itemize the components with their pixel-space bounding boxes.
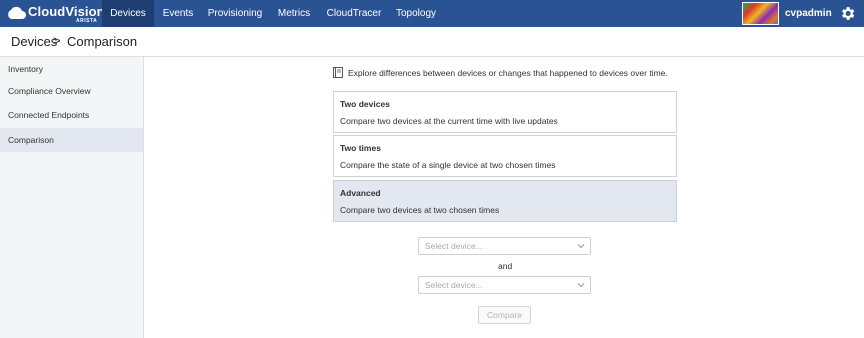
page-header: Devices > Comparison: [0, 27, 864, 57]
top-nav-bar: CloudVision ARISTA Devices Events Provis…: [0, 0, 864, 27]
option-advanced[interactable]: Advanced Compare two devices at two chos…: [333, 180, 677, 222]
nav-cloudtracer[interactable]: CloudTracer: [324, 0, 384, 27]
brand-sub: ARISTA: [76, 18, 98, 24]
option-title: Advanced: [340, 188, 381, 198]
breadcrumb-devices[interactable]: Devices: [11, 34, 57, 49]
sidebar-item-compliance-overview[interactable]: Compliance Overview: [0, 79, 143, 103]
nav-metrics[interactable]: Metrics: [274, 0, 314, 27]
and-label: and: [498, 261, 513, 271]
nav-events[interactable]: Events: [157, 0, 199, 27]
book-icon: [333, 67, 343, 78]
sidebar-item-comparison[interactable]: Comparison: [0, 128, 143, 152]
sidebar-item-connected-endpoints[interactable]: Connected Endpoints: [0, 103, 143, 127]
sidebar-item-inventory[interactable]: Inventory: [0, 57, 143, 81]
nav-topology[interactable]: Topology: [393, 0, 439, 27]
option-description: Compare two devices at the current time …: [340, 116, 558, 126]
cloudvision-logo-icon: [8, 6, 26, 19]
option-title: Two times: [340, 143, 381, 153]
compare-button[interactable]: Compare: [478, 306, 531, 324]
device-select-2[interactable]: Select device...: [418, 276, 591, 294]
brand-name: CloudVision: [28, 4, 105, 19]
device-select-1[interactable]: Select device...: [418, 237, 591, 255]
device-select-placeholder: Select device...: [425, 241, 483, 251]
option-two-times[interactable]: Two times Compare the state of a single …: [333, 135, 677, 177]
username[interactable]: cvpadmin: [785, 0, 832, 27]
breadcrumb-separator: >: [53, 33, 61, 48]
option-two-devices[interactable]: Two devices Compare two devices at the c…: [333, 91, 677, 133]
device-select-placeholder: Select device...: [425, 280, 483, 290]
chevron-down-icon: [577, 244, 585, 249]
option-title: Two devices: [340, 99, 390, 109]
intro-text: Explore differences between devices or c…: [348, 68, 668, 78]
sidebar: Inventory Compliance Overview Connected …: [0, 57, 144, 338]
option-description: Compare two devices at two chosen times: [340, 205, 500, 215]
option-description: Compare the state of a single device at …: [340, 160, 556, 170]
page-title: Comparison: [67, 34, 138, 49]
nav-provisioning[interactable]: Provisioning: [206, 0, 264, 27]
cloudvision-logo[interactable]: CloudVision ARISTA: [6, 3, 105, 24]
gear-icon[interactable]: [839, 5, 856, 22]
user-avatar[interactable]: [742, 2, 779, 25]
chevron-down-icon: [577, 283, 585, 288]
nav-devices[interactable]: Devices: [102, 0, 154, 27]
